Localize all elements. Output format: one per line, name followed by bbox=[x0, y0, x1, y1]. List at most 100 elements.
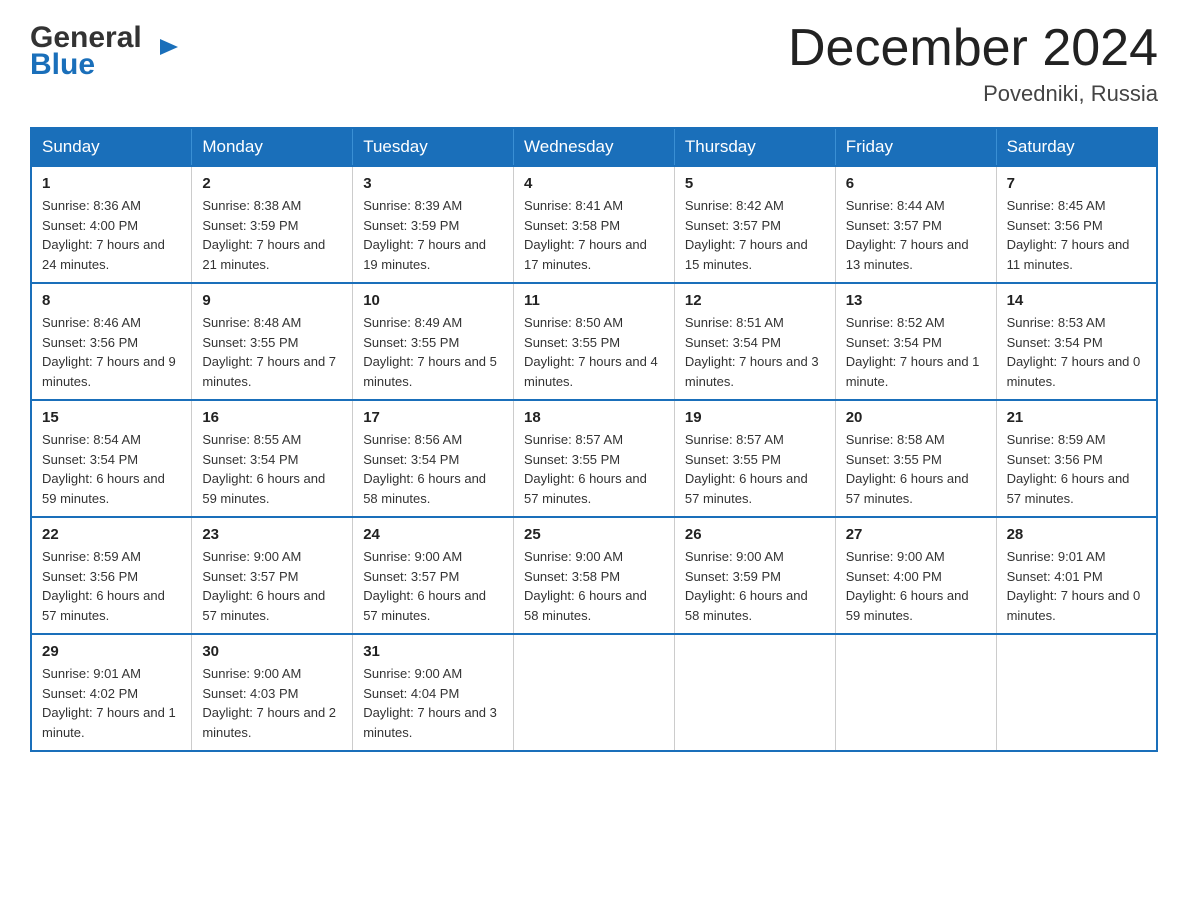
table-row: 27 Sunrise: 9:00 AMSunset: 4:00 PMDaylig… bbox=[835, 517, 996, 634]
calendar-week-row: 15 Sunrise: 8:54 AMSunset: 3:54 PMDaylig… bbox=[31, 400, 1157, 517]
calendar-table: Sunday Monday Tuesday Wednesday Thursday… bbox=[30, 127, 1158, 752]
table-row: 31 Sunrise: 9:00 AMSunset: 4:04 PMDaylig… bbox=[353, 634, 514, 751]
day-number: 13 bbox=[846, 292, 986, 309]
day-info: Sunrise: 8:36 AMSunset: 4:00 PMDaylight:… bbox=[42, 198, 165, 272]
days-header-row: Sunday Monday Tuesday Wednesday Thursday… bbox=[31, 128, 1157, 166]
day-info: Sunrise: 8:48 AMSunset: 3:55 PMDaylight:… bbox=[202, 315, 336, 389]
day-info: Sunrise: 9:00 AMSunset: 4:04 PMDaylight:… bbox=[363, 666, 497, 740]
day-number: 25 bbox=[524, 526, 664, 543]
table-row: 14 Sunrise: 8:53 AMSunset: 3:54 PMDaylig… bbox=[996, 283, 1157, 400]
table-row: 17 Sunrise: 8:56 AMSunset: 3:54 PMDaylig… bbox=[353, 400, 514, 517]
header-saturday: Saturday bbox=[996, 128, 1157, 166]
day-info: Sunrise: 9:01 AMSunset: 4:01 PMDaylight:… bbox=[1007, 549, 1141, 623]
table-row: 8 Sunrise: 8:46 AMSunset: 3:56 PMDayligh… bbox=[31, 283, 192, 400]
calendar-title: December 2024 bbox=[788, 20, 1158, 77]
day-info: Sunrise: 9:00 AMSunset: 3:57 PMDaylight:… bbox=[202, 549, 325, 623]
header-sunday: Sunday bbox=[31, 128, 192, 166]
table-row: 18 Sunrise: 8:57 AMSunset: 3:55 PMDaylig… bbox=[514, 400, 675, 517]
day-info: Sunrise: 8:59 AMSunset: 3:56 PMDaylight:… bbox=[1007, 432, 1130, 506]
day-info: Sunrise: 8:49 AMSunset: 3:55 PMDaylight:… bbox=[363, 315, 497, 389]
day-number: 31 bbox=[363, 643, 503, 660]
table-row: 28 Sunrise: 9:01 AMSunset: 4:01 PMDaylig… bbox=[996, 517, 1157, 634]
table-row: 20 Sunrise: 8:58 AMSunset: 3:55 PMDaylig… bbox=[835, 400, 996, 517]
table-row: 25 Sunrise: 9:00 AMSunset: 3:58 PMDaylig… bbox=[514, 517, 675, 634]
day-number: 10 bbox=[363, 292, 503, 309]
day-info: Sunrise: 8:58 AMSunset: 3:55 PMDaylight:… bbox=[846, 432, 969, 506]
day-number: 18 bbox=[524, 409, 664, 426]
logo: General Blue bbox=[30, 20, 160, 80]
header-wednesday: Wednesday bbox=[514, 128, 675, 166]
table-row bbox=[674, 634, 835, 751]
day-number: 19 bbox=[685, 409, 825, 426]
day-number: 4 bbox=[524, 175, 664, 192]
day-number: 22 bbox=[42, 526, 181, 543]
table-row: 15 Sunrise: 8:54 AMSunset: 3:54 PMDaylig… bbox=[31, 400, 192, 517]
calendar-week-row: 29 Sunrise: 9:01 AMSunset: 4:02 PMDaylig… bbox=[31, 634, 1157, 751]
table-row: 13 Sunrise: 8:52 AMSunset: 3:54 PMDaylig… bbox=[835, 283, 996, 400]
table-row: 7 Sunrise: 8:45 AMSunset: 3:56 PMDayligh… bbox=[996, 166, 1157, 283]
table-row: 2 Sunrise: 8:38 AMSunset: 3:59 PMDayligh… bbox=[192, 166, 353, 283]
day-info: Sunrise: 8:57 AMSunset: 3:55 PMDaylight:… bbox=[524, 432, 647, 506]
table-row: 6 Sunrise: 8:44 AMSunset: 3:57 PMDayligh… bbox=[835, 166, 996, 283]
day-number: 5 bbox=[685, 175, 825, 192]
table-row: 10 Sunrise: 8:49 AMSunset: 3:55 PMDaylig… bbox=[353, 283, 514, 400]
day-info: Sunrise: 8:51 AMSunset: 3:54 PMDaylight:… bbox=[685, 315, 819, 389]
day-info: Sunrise: 8:57 AMSunset: 3:55 PMDaylight:… bbox=[685, 432, 808, 506]
day-info: Sunrise: 9:00 AMSunset: 4:03 PMDaylight:… bbox=[202, 666, 336, 740]
day-info: Sunrise: 8:53 AMSunset: 3:54 PMDaylight:… bbox=[1007, 315, 1141, 389]
table-row: 5 Sunrise: 8:42 AMSunset: 3:57 PMDayligh… bbox=[674, 166, 835, 283]
day-info: Sunrise: 9:01 AMSunset: 4:02 PMDaylight:… bbox=[42, 666, 176, 740]
day-number: 3 bbox=[363, 175, 503, 192]
day-number: 30 bbox=[202, 643, 342, 660]
title-area: December 2024 Povedniki, Russia bbox=[788, 20, 1158, 107]
day-info: Sunrise: 8:42 AMSunset: 3:57 PMDaylight:… bbox=[685, 198, 808, 272]
day-number: 23 bbox=[202, 526, 342, 543]
day-info: Sunrise: 8:39 AMSunset: 3:59 PMDaylight:… bbox=[363, 198, 486, 272]
calendar-subtitle: Povedniki, Russia bbox=[788, 81, 1158, 107]
day-number: 29 bbox=[42, 643, 181, 660]
day-number: 12 bbox=[685, 292, 825, 309]
day-info: Sunrise: 8:46 AMSunset: 3:56 PMDaylight:… bbox=[42, 315, 176, 389]
day-info: Sunrise: 9:00 AMSunset: 3:58 PMDaylight:… bbox=[524, 549, 647, 623]
table-row: 24 Sunrise: 9:00 AMSunset: 3:57 PMDaylig… bbox=[353, 517, 514, 634]
day-number: 26 bbox=[685, 526, 825, 543]
day-number: 8 bbox=[42, 292, 181, 309]
table-row: 4 Sunrise: 8:41 AMSunset: 3:58 PMDayligh… bbox=[514, 166, 675, 283]
table-row: 21 Sunrise: 8:59 AMSunset: 3:56 PMDaylig… bbox=[996, 400, 1157, 517]
calendar-week-row: 8 Sunrise: 8:46 AMSunset: 3:56 PMDayligh… bbox=[31, 283, 1157, 400]
table-row: 12 Sunrise: 8:51 AMSunset: 3:54 PMDaylig… bbox=[674, 283, 835, 400]
table-row bbox=[514, 634, 675, 751]
table-row: 23 Sunrise: 9:00 AMSunset: 3:57 PMDaylig… bbox=[192, 517, 353, 634]
day-info: Sunrise: 8:44 AMSunset: 3:57 PMDaylight:… bbox=[846, 198, 969, 272]
day-number: 7 bbox=[1007, 175, 1146, 192]
day-number: 15 bbox=[42, 409, 181, 426]
table-row: 1 Sunrise: 8:36 AMSunset: 4:00 PMDayligh… bbox=[31, 166, 192, 283]
day-info: Sunrise: 8:59 AMSunset: 3:56 PMDaylight:… bbox=[42, 549, 165, 623]
table-row: 3 Sunrise: 8:39 AMSunset: 3:59 PMDayligh… bbox=[353, 166, 514, 283]
day-number: 28 bbox=[1007, 526, 1146, 543]
day-number: 20 bbox=[846, 409, 986, 426]
header-friday: Friday bbox=[835, 128, 996, 166]
day-number: 14 bbox=[1007, 292, 1146, 309]
header-monday: Monday bbox=[192, 128, 353, 166]
day-info: Sunrise: 9:00 AMSunset: 3:57 PMDaylight:… bbox=[363, 549, 486, 623]
table-row: 26 Sunrise: 9:00 AMSunset: 3:59 PMDaylig… bbox=[674, 517, 835, 634]
day-number: 6 bbox=[846, 175, 986, 192]
calendar-week-row: 22 Sunrise: 8:59 AMSunset: 3:56 PMDaylig… bbox=[31, 517, 1157, 634]
day-info: Sunrise: 9:00 AMSunset: 3:59 PMDaylight:… bbox=[685, 549, 808, 623]
table-row: 30 Sunrise: 9:00 AMSunset: 4:03 PMDaylig… bbox=[192, 634, 353, 751]
table-row: 19 Sunrise: 8:57 AMSunset: 3:55 PMDaylig… bbox=[674, 400, 835, 517]
day-number: 21 bbox=[1007, 409, 1146, 426]
day-info: Sunrise: 8:45 AMSunset: 3:56 PMDaylight:… bbox=[1007, 198, 1130, 272]
day-number: 2 bbox=[202, 175, 342, 192]
day-number: 17 bbox=[363, 409, 503, 426]
header-tuesday: Tuesday bbox=[353, 128, 514, 166]
day-info: Sunrise: 8:56 AMSunset: 3:54 PMDaylight:… bbox=[363, 432, 486, 506]
table-row: 9 Sunrise: 8:48 AMSunset: 3:55 PMDayligh… bbox=[192, 283, 353, 400]
day-info: Sunrise: 8:41 AMSunset: 3:58 PMDaylight:… bbox=[524, 198, 647, 272]
table-row: 29 Sunrise: 9:01 AMSunset: 4:02 PMDaylig… bbox=[31, 634, 192, 751]
table-row: 16 Sunrise: 8:55 AMSunset: 3:54 PMDaylig… bbox=[192, 400, 353, 517]
day-info: Sunrise: 8:50 AMSunset: 3:55 PMDaylight:… bbox=[524, 315, 658, 389]
day-number: 16 bbox=[202, 409, 342, 426]
logo-triangle-icon bbox=[160, 39, 178, 57]
